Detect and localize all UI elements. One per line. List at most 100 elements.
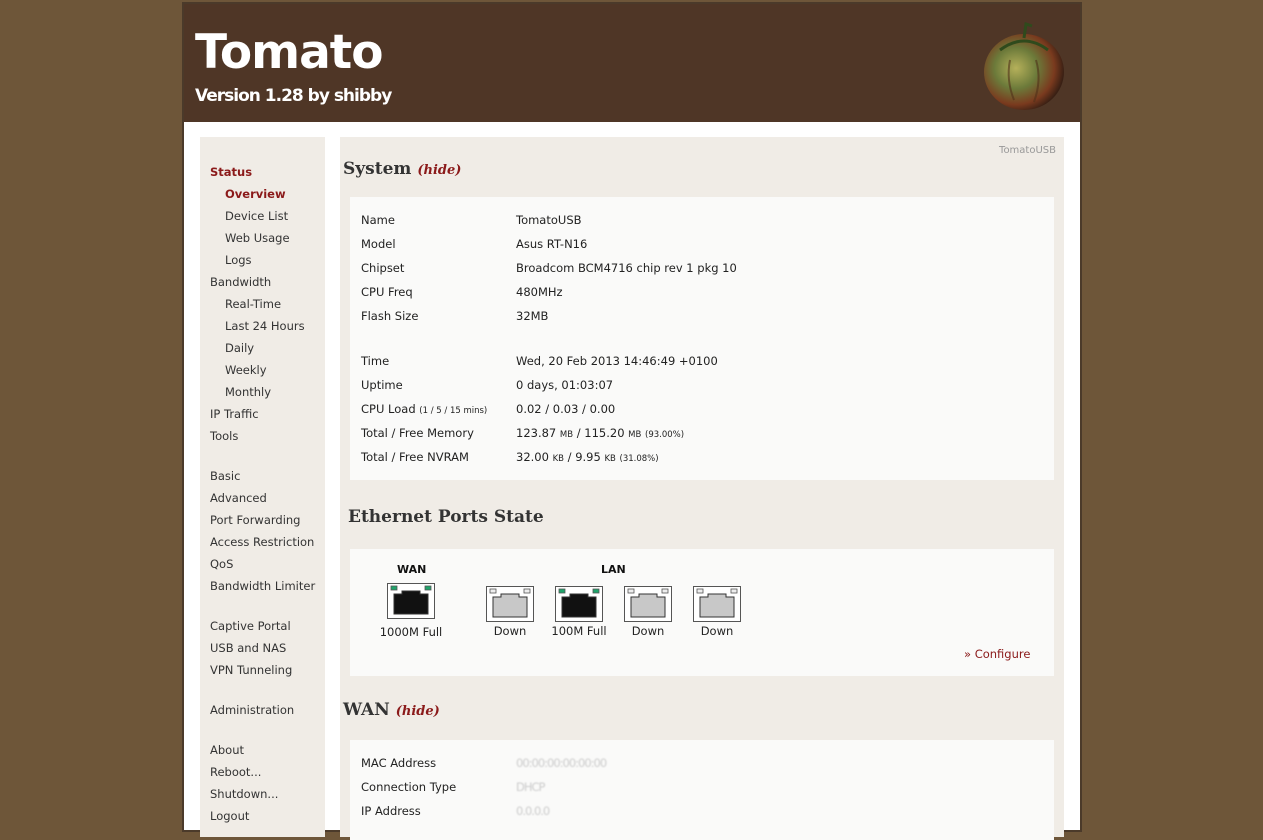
ethernet-port-icon — [489, 588, 531, 618]
system-panel: Name TomatoUSB Model Asus RT-N16 Chipset Br… — [350, 197, 1054, 480]
label-memory: Total / Free Memory — [361, 426, 474, 440]
configure-ports-link[interactable]: » Configure — [964, 647, 1030, 661]
port-lan-1-status: Down — [493, 624, 527, 638]
sidebar-item-basic[interactable]: Basic — [210, 469, 240, 483]
memory-pct: (93.00%) — [645, 430, 685, 440]
memory-total: 123.87 — [516, 426, 557, 440]
sidebar-nav: Status Overview Device List Web Usage Logs Ba… — [200, 137, 325, 837]
memory-unit-1: MB — [559, 430, 574, 440]
system-hide-link[interactable]: (hide) — [417, 163, 461, 178]
label-flash-size: Flash Size — [361, 309, 419, 323]
label-nvram: Total / Free NVRAM — [361, 450, 469, 464]
sidebar-item-real-time[interactable]: Real-Time — [225, 297, 281, 311]
port-wan — [387, 583, 435, 619]
sidebar-item-daily[interactable]: Daily — [225, 341, 254, 355]
app-version: Version 1.28 by shibby — [195, 86, 392, 106]
wan-heading: WAN — [343, 700, 390, 720]
sidebar-item-usb-and-nas[interactable]: USB and NAS — [210, 641, 286, 655]
sidebar-item-vpn-tunneling[interactable]: VPN Tunneling — [210, 663, 292, 677]
brand-tag: TomatoUSB — [999, 145, 1056, 156]
sidebar-item-bandwidth-limiter[interactable]: Bandwidth Limiter — [210, 579, 315, 593]
ethernet-port-icon — [627, 588, 669, 618]
lan-group-label: LAN — [601, 563, 626, 576]
sidebar-item-qos[interactable]: QoS — [210, 557, 233, 571]
memory-unit-2: MB — [628, 430, 642, 440]
sidebar-item-reboot[interactable]: Reboot... — [210, 765, 261, 779]
sidebar-item-access-restriction[interactable]: Access Restriction — [210, 535, 314, 549]
value-cpu-load: 0.02 / 0.03 / 0.00 — [516, 402, 616, 416]
value-model: Asus RT-N16 — [516, 237, 588, 251]
nvram-unit-2: KB — [604, 454, 616, 464]
sidebar-item-monthly[interactable]: Monthly — [225, 385, 271, 399]
cpu-load-text: CPU Load — [361, 402, 416, 416]
nvram-total: 32.00 — [516, 450, 549, 464]
value-memory: 123.87 MB / 115.20 MB (93.00%) — [516, 426, 685, 440]
nvram-unit-1: KB — [552, 454, 564, 464]
sidebar-item-shutdown[interactable]: Shutdown... — [210, 787, 278, 801]
port-lan-4-status: Down — [700, 624, 734, 638]
sidebar-item-about[interactable]: About — [210, 743, 244, 757]
section-ethernet-title: Ethernet Ports State — [348, 507, 544, 527]
cpu-load-15: 0.00 — [589, 402, 616, 416]
value-connection-type: DHCP — [516, 780, 545, 794]
ethernet-port-icon — [696, 588, 738, 618]
label-chipset: Chipset — [361, 261, 405, 275]
sidebar-item-tools[interactable]: Tools — [210, 429, 238, 443]
header: Tomato Version 1.28 by shibby — [184, 4, 1080, 122]
memory-free: 115.20 — [584, 426, 625, 440]
cpu-load-1: 0.02 — [516, 402, 542, 416]
sidebar-item-status[interactable]: Status — [210, 165, 252, 179]
sidebar-item-ip-traffic[interactable]: IP Traffic — [210, 407, 259, 421]
nvram-pct: (31.08%) — [619, 454, 659, 464]
wan-hide-link[interactable]: (hide) — [396, 704, 440, 719]
label-cpu-load: CPU Load (1 / 5 / 15 mins) — [361, 402, 487, 416]
port-lan-4 — [693, 586, 741, 622]
port-lan-2 — [555, 586, 603, 622]
sidebar-item-bandwidth[interactable]: Bandwidth — [210, 275, 271, 289]
sidebar-item-captive-portal[interactable]: Captive Portal — [210, 619, 291, 633]
sidebar-item-advanced[interactable]: Advanced — [210, 491, 267, 505]
page-container: Tomato Version 1.28 by shibby Status Over… — [182, 2, 1082, 840]
main-content: TomatoUSB System (hide) Name TomatoUSB Mod… — [340, 137, 1064, 840]
cpu-load-note: (1 / 5 / 15 mins) — [419, 406, 488, 416]
value-chipset: Broadcom BCM4716 chip rev 1 pkg 10 — [516, 261, 737, 275]
value-mac: 00:00:00:00:00:00 — [516, 756, 607, 770]
value-uptime: 0 days, 01:03:07 — [516, 378, 614, 392]
sidebar-item-port-forwarding[interactable]: Port Forwarding — [210, 513, 300, 527]
value-nvram: 32.00 KB / 9.95 KB (31.08%) — [516, 450, 659, 464]
wan-panel: MAC Address 00:00:00:00:00:00 Connection … — [350, 740, 1054, 840]
port-lan-3-status: Down — [631, 624, 665, 638]
system-heading: System — [343, 159, 412, 179]
sidebar-item-web-usage[interactable]: Web Usage — [225, 231, 290, 245]
sidebar-item-weekly[interactable]: Weekly — [225, 363, 267, 377]
value-flash-size: 32MB — [516, 309, 549, 323]
value-time: Wed, 20 Feb 2013 14:46:49 +0100 — [516, 354, 718, 368]
label-mac: MAC Address — [361, 756, 437, 770]
ethernet-port-icon — [558, 588, 600, 618]
port-lan-3 — [624, 586, 672, 622]
sidebar-item-device-list[interactable]: Device List — [225, 209, 288, 223]
value-cpu-freq: 480MHz — [516, 285, 563, 299]
port-wan-status: 1000M Full — [379, 625, 443, 639]
port-lan-1 — [486, 586, 534, 622]
sidebar-item-logs[interactable]: Logs — [225, 253, 252, 267]
section-wan-title: WAN (hide) — [343, 700, 440, 720]
label-uptime: Uptime — [361, 378, 403, 392]
sidebar-item-administration[interactable]: Administration — [210, 703, 294, 717]
label-ip-address: IP Address — [361, 804, 421, 818]
value-name: TomatoUSB — [516, 213, 582, 227]
section-system-title: System (hide) — [343, 159, 461, 179]
value-ip-address: 0.0.0.0 — [516, 804, 550, 818]
sidebar-item-last-24-hours[interactable]: Last 24 Hours — [225, 319, 305, 333]
app-title: Tomato — [195, 25, 384, 80]
ethernet-panel: WAN LAN 1000M Full Down 100M Full Down D… — [350, 549, 1054, 676]
nvram-free: 9.95 — [575, 450, 601, 464]
cpu-load-5: 0.03 — [552, 402, 579, 416]
label-model: Model — [361, 237, 396, 251]
label-name: Name — [361, 213, 395, 227]
wan-group-label: WAN — [397, 563, 427, 576]
label-cpu-freq: CPU Freq — [361, 285, 413, 299]
sidebar-item-logout[interactable]: Logout — [210, 809, 249, 823]
sidebar-item-overview[interactable]: Overview — [225, 187, 286, 201]
label-time: Time — [361, 354, 390, 368]
